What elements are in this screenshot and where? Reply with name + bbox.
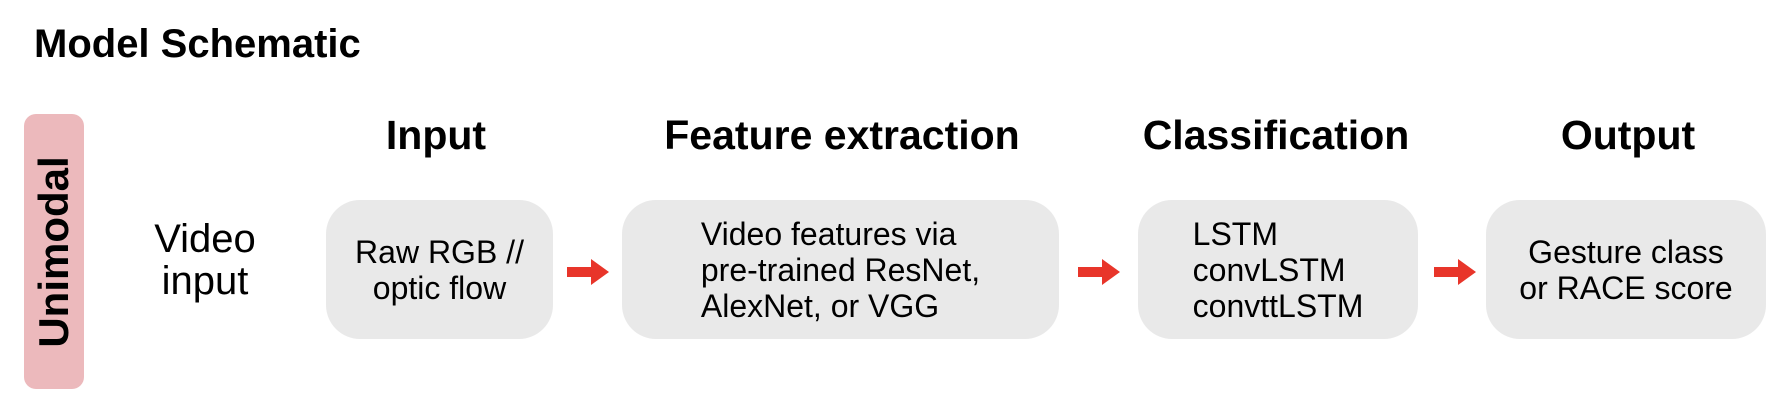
output-box-text: Gesture class or RACE score — [1519, 234, 1732, 306]
column-header-classification: Classification — [1142, 112, 1410, 158]
input-box: Raw RGB // optic flow — [326, 200, 553, 339]
row-tag-label: Unimodal — [30, 155, 77, 348]
arrow-right-icon — [1434, 259, 1476, 285]
row-label-line: Video — [154, 217, 256, 261]
input-box-line: Raw RGB // — [355, 233, 524, 270]
classification-box-line: LSTM — [1192, 215, 1278, 252]
page-title: Model Schematic — [34, 22, 361, 66]
input-box-line: optic flow — [372, 269, 507, 306]
row-label-line: input — [161, 259, 249, 303]
classification-box-line: convLSTM — [1192, 251, 1346, 288]
arrow-right-icon — [567, 259, 609, 285]
arrow-right-icon — [1078, 259, 1120, 285]
feature-extraction-box-line: pre-trained ResNet, — [700, 251, 981, 288]
classification-box-text: LSTM convLSTM convttLSTM — [1193, 216, 1364, 324]
feature-extraction-box-line: Video features via — [700, 215, 957, 252]
row-tag: Unimodal — [24, 114, 84, 389]
classification-box: LSTM convLSTM convttLSTM — [1138, 200, 1418, 339]
output-box-line: Gesture class — [1528, 233, 1724, 270]
feature-extraction-box-text: Video features via pre-trained ResNet, A… — [701, 216, 980, 324]
column-header-output: Output — [1560, 112, 1696, 158]
output-box: Gesture class or RACE score — [1486, 200, 1766, 339]
classification-box-line: convttLSTM — [1192, 287, 1364, 324]
row-label: Video input — [130, 218, 280, 302]
output-box-line: or RACE score — [1519, 269, 1733, 306]
input-box-text: Raw RGB // optic flow — [355, 234, 524, 306]
feature-extraction-box: Video features via pre-trained ResNet, A… — [622, 200, 1059, 339]
feature-extraction-box-line: AlexNet, or VGG — [700, 287, 940, 324]
column-header-feature-extraction: Feature extraction — [664, 112, 1020, 158]
column-header-input: Input — [385, 112, 487, 158]
